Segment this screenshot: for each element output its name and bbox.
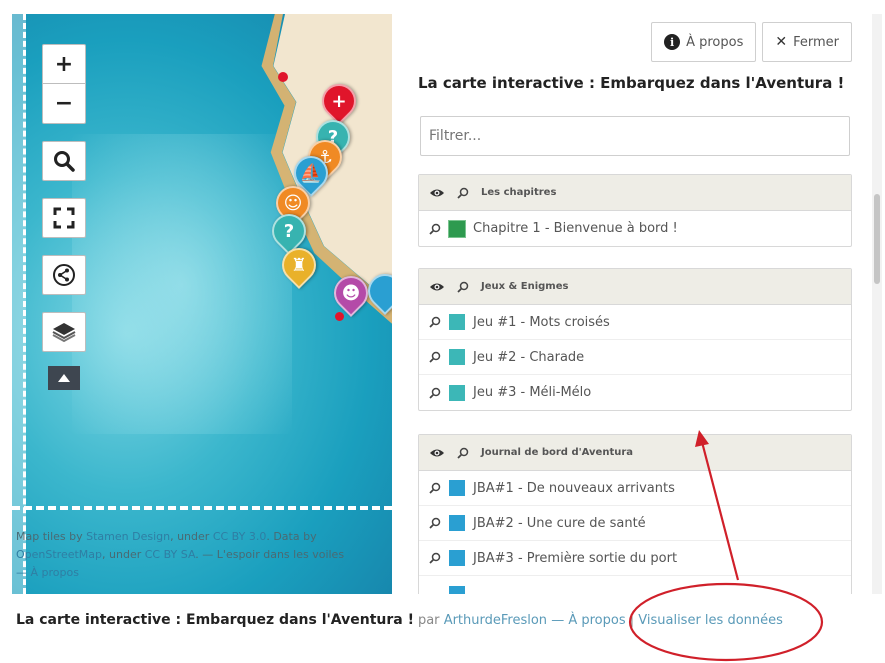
side-panel: i À propos ✕ Fermer La carte interactive… [400, 14, 872, 594]
color-swatch [449, 480, 465, 496]
scrollbar-thumb[interactable] [874, 194, 880, 284]
search-button[interactable] [42, 141, 86, 181]
sea-highlight [72, 134, 292, 434]
color-swatch [449, 515, 465, 531]
eye-icon[interactable] [429, 447, 445, 459]
layer-group-title: Les chapitres [481, 187, 557, 198]
stamen-link[interactable]: Stamen Design [86, 530, 170, 543]
footer-title: La carte interactive : Embarquez dans l'… [16, 612, 414, 628]
color-swatch [449, 314, 465, 330]
layer-item[interactable]: JBA#2 - Une cure de santé [419, 506, 851, 541]
layer-item-label: Jeu #1 - Mots croisés [473, 314, 610, 330]
color-swatch [449, 585, 465, 594]
lighthouse-icon: ♜ [290, 254, 308, 276]
zoom-in-button[interactable]: + [42, 44, 86, 84]
footer-about-link[interactable]: — À propos [551, 613, 625, 628]
cc-by-link[interactable]: CC BY 3.0 [213, 530, 267, 543]
zoom-to-item-icon[interactable] [429, 316, 441, 328]
layer-group-header: Jeux & Enigmes [419, 269, 851, 305]
zoom-to-item-icon[interactable] [429, 351, 441, 363]
boat-icon [370, 276, 392, 306]
layer-item-label: JBA#2 - Une cure de santé [473, 515, 646, 531]
close-button[interactable]: ✕ Fermer [762, 22, 852, 62]
close-label: Fermer [793, 34, 839, 50]
about-button[interactable]: i À propos [651, 22, 757, 62]
zoom-to-item-icon[interactable] [429, 482, 441, 494]
layer-item[interactable]: JBA#1 - De nouveaux arrivants [419, 471, 851, 506]
fullscreen-button[interactable] [42, 198, 86, 238]
attribution-text: , under [170, 530, 210, 543]
panel-title: La carte interactive : Embarquez dans l'… [418, 74, 845, 92]
author-link[interactable]: ArthurdeFreslon [444, 613, 547, 628]
attribution-text: Map tiles by [16, 530, 83, 543]
footer-bar: La carte interactive : Embarquez dans l'… [0, 596, 885, 644]
layer-group-chapters: Les chapitres Chapitre 1 - Bienvenue à b… [418, 174, 852, 247]
collapse-controls-button[interactable] [48, 366, 80, 390]
eye-icon[interactable] [429, 281, 445, 293]
layer-group-title: Jeux & Enigmes [481, 281, 569, 292]
zoom-to-item-icon[interactable] [429, 387, 441, 399]
zoom-to-layer-icon[interactable] [457, 447, 469, 459]
footer-separator: | [629, 612, 635, 628]
search-icon [54, 151, 75, 172]
view-data-link[interactable]: Visualiser les données [638, 613, 783, 628]
zoom-to-item-icon[interactable] [429, 517, 441, 529]
panel-scrollbar[interactable] [872, 14, 882, 594]
person-icon: ☻ [341, 282, 361, 304]
osm-link[interactable]: OpenStreetMap [16, 548, 102, 561]
layer-item[interactable]: Jeu #2 - Charade [419, 340, 851, 375]
color-swatch [449, 349, 465, 365]
color-swatch [449, 550, 465, 566]
layer-item[interactable]: Jeu #3 - Méli-Mélo [419, 375, 851, 410]
layers-icon [52, 323, 76, 343]
filter-input[interactable] [420, 116, 850, 156]
attribution-about-link[interactable]: — À propos [16, 566, 79, 579]
zoom-to-layer-icon[interactable] [457, 187, 469, 199]
layer-group-logbook: Journal de bord d'Aventura JBA#1 - De no… [418, 434, 852, 594]
attribution-text: . Data by [266, 530, 317, 543]
info-icon: i [664, 34, 681, 50]
map-controls: + − [42, 44, 86, 390]
layer-group-header: Journal de bord d'Aventura [419, 435, 851, 471]
layer-item-label: Jeu #2 - Charade [473, 349, 585, 365]
boat-icon: ⛵ [299, 162, 323, 184]
zoom-to-item-icon[interactable] [429, 223, 441, 235]
close-icon: ✕ [775, 34, 788, 50]
color-swatch [449, 384, 465, 401]
cc-by-sa-link[interactable]: CC BY SA [145, 548, 196, 561]
share-button[interactable] [42, 255, 86, 295]
color-swatch [448, 219, 466, 238]
eye-icon[interactable] [429, 187, 445, 199]
zoom-to-item-icon[interactable] [429, 552, 441, 564]
panel-top-buttons: i À propos ✕ Fermer [651, 22, 852, 62]
map-dashed-border-bottom [12, 506, 392, 516]
layer-item-partial[interactable] [419, 576, 851, 594]
plus-icon: + [331, 90, 347, 112]
layer-item[interactable]: JBA#3 - Première sortie du port [419, 541, 851, 576]
layer-item[interactable]: Chapitre 1 - Bienvenue à bord ! [419, 211, 851, 246]
map-view[interactable]: + ? ⚓ ⛵ ☺ ? ♜ ☻ + − Map tiles by Stamen … [12, 14, 392, 594]
layer-item-label: Jeu #3 - Méli-Mélo [473, 385, 592, 400]
layer-group-games: Jeux & Enigmes Jeu #1 - Mots croisés Jeu… [418, 268, 852, 411]
zoom-to-layer-icon[interactable] [457, 281, 469, 293]
layers-button[interactable] [42, 312, 86, 352]
share-icon [53, 264, 75, 286]
collapse-up-icon [58, 374, 70, 382]
fullscreen-icon [53, 207, 75, 229]
layer-item-label: JBA#3 - Première sortie du port [473, 550, 678, 566]
layer-item-label: Chapitre 1 - Bienvenue à bord ! [473, 221, 678, 236]
layer-group-header: Les chapitres [419, 175, 851, 211]
layer-group-title: Journal de bord d'Aventura [481, 447, 634, 458]
map-point-marker[interactable] [278, 72, 288, 82]
attribution-text: , under [102, 548, 142, 561]
layer-item[interactable]: Jeu #1 - Mots croisés [419, 305, 851, 340]
footer-by-text: par [417, 612, 440, 628]
map-point-marker[interactable] [335, 312, 344, 321]
attribution-text: . — L'espoir dans les voiles [195, 548, 345, 561]
layer-item-label: JBA#1 - De nouveaux arrivants [473, 480, 675, 496]
question-icon: ? [283, 220, 295, 242]
zoom-out-button[interactable]: − [42, 84, 86, 124]
about-label: À propos [686, 34, 744, 50]
map-attribution: Map tiles by Stamen Design, under CC BY … [12, 528, 392, 594]
